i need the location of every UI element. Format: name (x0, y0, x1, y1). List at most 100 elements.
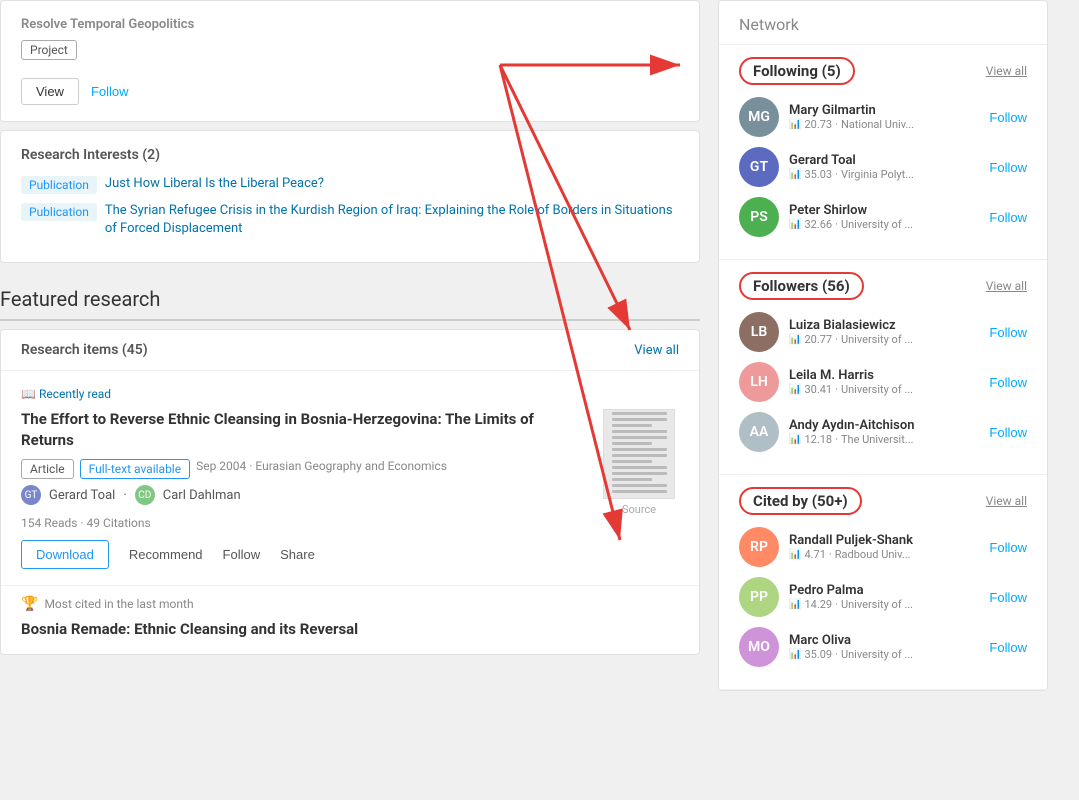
article-type-tag: Article (21, 459, 74, 479)
person-name-luiza: Luiza Bialasiewicz (789, 318, 979, 333)
person-name-peter: Peter Shirlow (789, 203, 979, 218)
author-name-2[interactable]: Carl Dahlman (163, 488, 241, 503)
following-view-all[interactable]: View all (986, 64, 1027, 78)
follow-project-button[interactable]: Follow (91, 84, 129, 99)
person-inst-marc: University of ... (841, 648, 913, 661)
follow-peter-button[interactable]: Follow (989, 210, 1027, 225)
follow-luiza-button[interactable]: Follow (989, 325, 1027, 340)
person-avatar-leila: LH (739, 362, 779, 402)
following-section: Following (5) View all MG Mary Gilmartin… (719, 45, 1047, 260)
person-inst-randall: Radboud Univ... (835, 548, 911, 561)
follow-marc-button[interactable]: Follow (989, 640, 1027, 655)
person-score-andy: 12.18 (804, 433, 832, 446)
person-avatar-luiza: LB (739, 312, 779, 352)
person-inst-luiza: University of ... (841, 333, 913, 346)
person-name-randall: Randall Puljek-Shank (789, 533, 979, 548)
research-interests-title: Research Interests (2) (21, 147, 679, 163)
follow-article-button[interactable]: Follow (223, 547, 261, 562)
author-name-1[interactable]: Gerard Toal (49, 488, 115, 503)
follow-gerard-button[interactable]: Follow (989, 160, 1027, 175)
recently-read-label: 📖 Recently read (21, 387, 679, 401)
person-avatar-gerard: GT (739, 147, 779, 187)
person-score-marc: 35.09 (804, 648, 832, 661)
person-name-mary: Mary Gilmartin (789, 103, 979, 118)
pub-link-2[interactable]: The Syrian Refugee Crisis in the Kurdish… (105, 202, 679, 238)
recommend-button[interactable]: Recommend (129, 547, 203, 562)
person-score-mary: 20.73 (804, 118, 832, 131)
source-label: Source (622, 503, 656, 516)
dot-separator: · (123, 488, 126, 503)
follow-andy-button[interactable]: Follow (989, 425, 1027, 440)
article-date-journal: Sep 2004 · Eurasian Geography and Econom… (196, 459, 447, 473)
cited-person-1: RP Randall Puljek-Shank 📊 4.71 · Radboud… (739, 527, 1027, 567)
person-avatar-randall: RP (739, 527, 779, 567)
following-person-1: MG Mary Gilmartin 📊 20.73 · National Uni… (739, 97, 1027, 137)
person-inst-pedro: University of ... (841, 598, 913, 611)
article-thumbnail: Source (599, 409, 679, 516)
person-inst-peter: University of ... (841, 218, 913, 231)
follower-person-1: LB Luiza Bialasiewicz 📊 20.77 · Universi… (739, 312, 1027, 352)
person-inst-gerard: Virginia Polyt... (841, 168, 914, 181)
person-name-gerard: Gerard Toal (789, 153, 979, 168)
featured-research-heading: Featured research (0, 271, 700, 321)
cited-by-view-all[interactable]: View all (986, 494, 1027, 508)
person-avatar-mary: MG (739, 97, 779, 137)
follow-pedro-button[interactable]: Follow (989, 590, 1027, 605)
publication-row-1: Publication Just How Liberal Is the Libe… (21, 175, 679, 194)
person-score-peter: 32.66 (804, 218, 832, 231)
cited-person-3: MO Marc Oliva 📊 35.09 · University of ..… (739, 627, 1027, 667)
person-name-marc: Marc Oliva (789, 633, 979, 648)
followers-section: Followers (56) View all LB Luiza Bialasi… (719, 260, 1047, 475)
followers-title: Followers (56) (739, 272, 864, 300)
bottom-article-title[interactable]: Bosnia Remade: Ethnic Cleansing and its … (1, 616, 699, 654)
network-panel: Network Following (5) View all MG Mary G… (718, 0, 1048, 691)
most-cited-banner: 🏆 Most cited in the last month (1, 586, 699, 616)
award-icon: 🏆 (21, 596, 38, 612)
download-button[interactable]: Download (21, 540, 109, 569)
cited-by-section: Cited by (50+) View all RP Randall Pulje… (719, 475, 1047, 690)
followers-view-all[interactable]: View all (986, 279, 1027, 293)
follow-randall-button[interactable]: Follow (989, 540, 1027, 555)
person-name-andy: Andy Aydın-Aitchison (789, 418, 979, 433)
pub-link-1[interactable]: Just How Liberal Is the Liberal Peace? (105, 175, 324, 193)
follow-leila-button[interactable]: Follow (989, 375, 1027, 390)
person-inst-andy: The Universit... (841, 433, 914, 446)
pub-tag-1: Publication (21, 176, 97, 194)
person-score-pedro: 14.29 (804, 598, 832, 611)
cited-by-title: Cited by (50+) (739, 487, 862, 515)
person-inst-leila: University of ... (841, 383, 913, 396)
person-avatar-andy: AA (739, 412, 779, 452)
cited-person-2: PP Pedro Palma 📊 14.29 · University of .… (739, 577, 1027, 617)
follower-person-2: LH Leila M. Harris 📊 30.41 · University … (739, 362, 1027, 402)
person-name-pedro: Pedro Palma (789, 583, 979, 598)
article-authors: GT Gerard Toal · CD Carl Dahlman (21, 485, 583, 505)
research-items-title: Research items (45) (21, 342, 148, 358)
score-icon-3: 📊 (789, 219, 801, 230)
person-score-gerard: 35.03 (804, 168, 832, 181)
pub-tag-2: Publication (21, 203, 97, 221)
share-button[interactable]: Share (280, 547, 315, 562)
publication-row-2: Publication The Syrian Refugee Crisis in… (21, 202, 679, 238)
author-avatar-1: GT (21, 485, 41, 505)
following-person-2: GT Gerard Toal 📊 35.03 · Virginia Polyt.… (739, 147, 1027, 187)
person-name-leila: Leila M. Harris (789, 368, 979, 383)
person-avatar-pedro: PP (739, 577, 779, 617)
view-button[interactable]: View (21, 78, 79, 105)
person-score-luiza: 20.77 (804, 333, 832, 346)
most-cited-label: Most cited in the last month (44, 597, 193, 611)
person-score-randall: 4.71 (804, 548, 825, 561)
score-icon-1: 📊 (789, 119, 801, 130)
book-icon: 📖 (21, 387, 36, 401)
follow-mary-button[interactable]: Follow (989, 110, 1027, 125)
project-tag: Project (21, 40, 77, 60)
follower-person-3: AA Andy Aydın-Aitchison 📊 12.18 · The Un… (739, 412, 1027, 452)
person-score-leila: 30.41 (804, 383, 832, 396)
person-inst-mary: National Univ... (841, 118, 914, 131)
project-title-partial: Resolve Temporal Geopolitics (21, 17, 679, 32)
article-title[interactable]: The Effort to Reverse Ethnic Cleansing i… (21, 409, 583, 451)
following-title: Following (5) (739, 57, 855, 85)
following-person-3: PS Peter Shirlow 📊 32.66 · University of… (739, 197, 1027, 237)
network-title: Network (739, 15, 799, 34)
view-all-research-link[interactable]: View all (634, 343, 679, 358)
article-stats: 154 Reads · 49 Citations (21, 516, 679, 530)
